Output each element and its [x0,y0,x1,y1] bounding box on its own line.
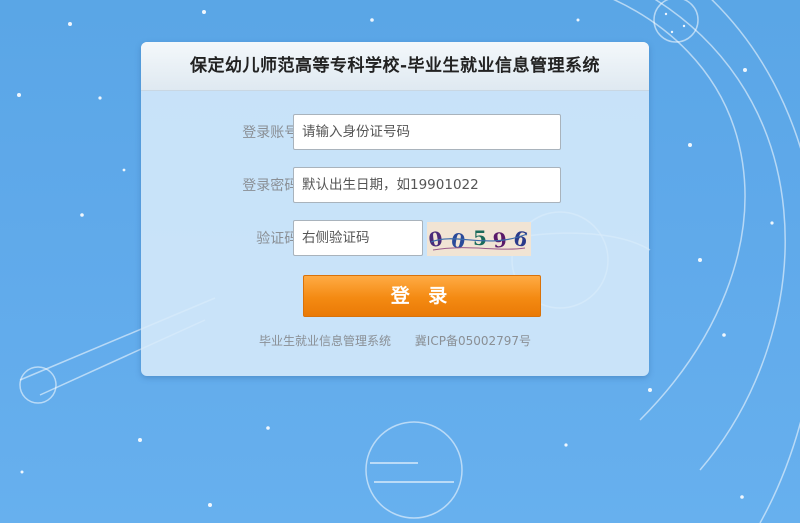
password-label: 登录密码: [242,178,303,194]
account-label: 登录账号: [242,125,303,141]
captcha-image[interactable]: 0 0 5 9 6 [427,222,531,256]
captcha-label: 验证码: [256,231,303,247]
login-panel: 保定幼儿师范高等专科学校-毕业生就业信息管理系统 登录账号: 请输入身份证号码 … [141,42,649,376]
page-title: 保定幼儿师范高等专科学校-毕业生就业信息管理系统 [141,42,649,91]
password-row: 登录密码: 默认出生日期，如19901022 [141,167,649,205]
account-row: 登录账号: 请输入身份证号码 [141,114,649,152]
account-input[interactable]: 请输入身份证号码 [293,114,561,150]
password-input[interactable]: 默认出生日期，如19901022 [293,167,561,203]
captcha-input[interactable]: 右侧验证码 [293,220,423,256]
footer: 毕业生就业信息管理系统 冀ICP备05002797号 [141,332,649,349]
orbit-arc-3 [710,0,800,523]
captcha-row: 验证码: 右侧验证码 0 0 5 9 6 [141,220,649,258]
footer-icp[interactable]: 冀ICP备05002797号 [415,334,531,348]
captcha-digit-3: 5 [473,226,487,250]
login-button[interactable]: 登 录 [303,275,541,317]
captcha-digit-2: 0 [449,228,467,254]
top-right-planet [653,0,699,43]
footer-system-name: 毕业生就业信息管理系统 [258,334,391,348]
bottom-planet [365,421,463,519]
